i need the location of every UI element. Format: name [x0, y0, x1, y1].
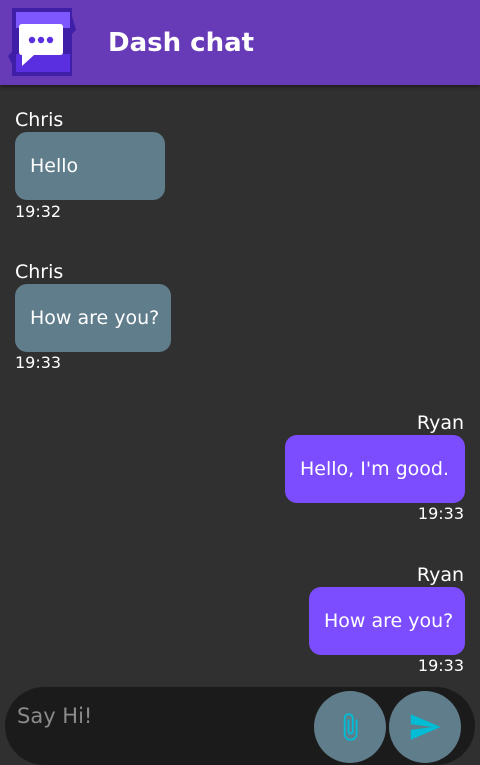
message-bubble[interactable]: Hello, I'm good.: [285, 435, 465, 503]
message-bubble[interactable]: How are you?: [15, 284, 171, 352]
message-time: 19:33: [417, 504, 464, 523]
message-bubble[interactable]: How are you?: [309, 587, 465, 655]
attach-button[interactable]: [314, 691, 386, 763]
app-title: Dash chat: [108, 28, 255, 58]
message-sender: Chris: [15, 261, 64, 283]
chat-bubble-logo-icon: [8, 8, 76, 76]
chat-app: Dash chat Chris Hello 19:32 Chris How ar…: [0, 0, 480, 765]
message-sender: Ryan: [416, 412, 464, 434]
message-sender: Ryan: [416, 564, 464, 586]
message-input[interactable]: [15, 693, 309, 739]
message-sender: Chris: [15, 109, 64, 131]
message-composer: [5, 687, 475, 765]
paperclip-icon: [343, 713, 358, 741]
message-time: 19:32: [15, 202, 62, 221]
send-button[interactable]: [389, 691, 461, 763]
message-time: 19:33: [15, 353, 62, 372]
message-bubble[interactable]: Hello: [15, 132, 165, 200]
app-bar: Dash chat: [0, 0, 480, 85]
message-time: 19:33: [417, 656, 464, 675]
send-icon: [410, 714, 441, 740]
